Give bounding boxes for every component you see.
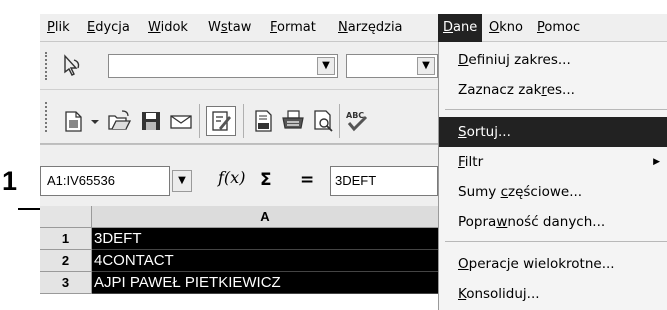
- menu-format[interactable]: Format: [265, 14, 321, 42]
- toolbar-separator: [199, 104, 200, 138]
- print-icon[interactable]: [280, 108, 306, 134]
- chevron-down-icon[interactable]: ▼: [172, 170, 192, 192]
- table-cell[interactable]: 4CONTACT: [92, 250, 438, 272]
- menu-widok[interactable]: Widok: [143, 14, 193, 42]
- menu-bar: Plik Edycja Widok Wstaw Format Narzędzia…: [40, 14, 667, 42]
- menu-item-operacje-wielokrotne[interactable]: Operacje wielokrotne...: [439, 249, 667, 279]
- submenu-arrow-icon: ▶: [653, 157, 660, 167]
- table-row: 1 3DEFT: [40, 228, 438, 250]
- name-box[interactable]: A1:IV65536: [40, 166, 170, 196]
- dane-dropdown-menu: Definiuj zakres... Zaznacz zakres... Sor…: [438, 42, 667, 310]
- svg-text:ABC: ABC: [346, 111, 364, 120]
- menu-wstaw[interactable]: Wstaw: [203, 14, 256, 42]
- toolbar-grip[interactable]: [45, 102, 47, 132]
- chevron-down-icon[interactable]: ▼: [317, 57, 335, 75]
- menu-item-sumy-czesciowe[interactable]: Sumy częściowe...: [439, 177, 667, 207]
- menu-edycja[interactable]: Edycja: [82, 14, 135, 42]
- cell-content-input[interactable]: 3DEFT: [330, 166, 438, 196]
- export-pdf-icon[interactable]: [250, 108, 276, 134]
- toolbar-separator: [339, 104, 340, 138]
- menu-item-zaznacz-zakres[interactable]: Zaznacz zakres...: [439, 75, 667, 105]
- menu-item-konsoliduj[interactable]: Konsoliduj...: [439, 279, 667, 309]
- select-all-corner[interactable]: [40, 206, 92, 228]
- chevron-down-icon[interactable]: ▼: [417, 57, 435, 75]
- toolbar-separator: [243, 104, 244, 138]
- email-icon[interactable]: [168, 108, 194, 134]
- formula-button[interactable]: =: [300, 170, 314, 190]
- spreadsheet-grid: A 1 3DEFT 2 4CONTACT 3 AJPI PAWEŁ PIETKI…: [40, 206, 438, 310]
- menu-separator: [445, 109, 667, 110]
- menu-item-sortuj[interactable]: Sortuj...: [439, 117, 667, 147]
- row-header[interactable]: 1: [40, 228, 92, 250]
- toolbar-formatting: ▼ ▼: [40, 42, 438, 90]
- row-header[interactable]: 3: [40, 272, 92, 294]
- chevron-down-icon[interactable]: [88, 108, 102, 134]
- menu-item-poprawnosc-danych[interactable]: Poprawność danych...: [439, 207, 667, 237]
- save-icon[interactable]: [138, 108, 164, 134]
- toolbar-grip[interactable]: [45, 52, 47, 80]
- spellcheck-icon[interactable]: ABC: [344, 108, 370, 134]
- menu-separator: [445, 241, 667, 242]
- menu-plik[interactable]: Plik: [42, 14, 75, 42]
- menu-item-filtr[interactable]: Filtr ▶: [439, 147, 667, 177]
- sum-button[interactable]: Σ: [260, 170, 272, 190]
- menu-dane[interactable]: Dane: [438, 14, 483, 42]
- table-cell[interactable]: AJPI PAWEŁ PIETKIEWICZ: [92, 272, 438, 294]
- menu-pomoc[interactable]: Pomoc: [532, 14, 585, 42]
- open-folder-icon[interactable]: [106, 108, 132, 134]
- menu-okno[interactable]: Okno: [484, 14, 528, 42]
- style-combo[interactable]: ▼: [108, 54, 338, 78]
- new-document-icon[interactable]: [60, 108, 86, 134]
- menu-narzedzia[interactable]: Narzędzia: [333, 14, 408, 42]
- table-cell[interactable]: 3DEFT: [92, 228, 438, 250]
- row-header[interactable]: 2: [40, 250, 92, 272]
- table-row: 3 AJPI PAWEŁ PIETKIEWICZ: [40, 272, 438, 294]
- page-preview-icon[interactable]: [310, 108, 336, 134]
- callout-number: 1: [2, 166, 18, 196]
- menu-item-definiuj-zakres[interactable]: Definiuj zakres...: [439, 45, 667, 75]
- function-wizard-button[interactable]: f(x): [218, 168, 245, 187]
- table-row: 2 4CONTACT: [40, 250, 438, 272]
- apply-style-icon[interactable]: [60, 52, 86, 78]
- edit-mode-icon[interactable]: [206, 106, 236, 136]
- font-combo[interactable]: ▼: [346, 54, 438, 78]
- column-header-a[interactable]: A: [92, 206, 438, 228]
